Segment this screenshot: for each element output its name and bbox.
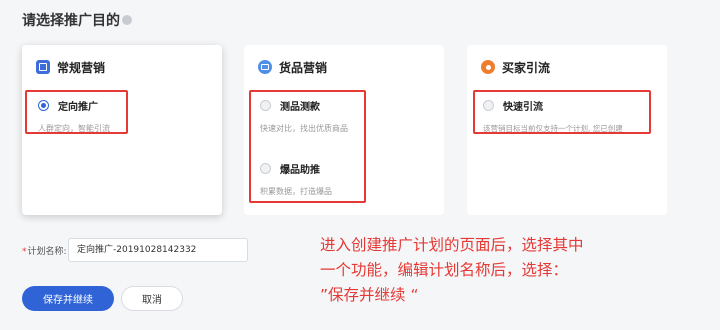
help-icon[interactable]	[122, 15, 132, 25]
card-goods-marketing[interactable]: 货品营销 测品测款 快速对比，找出优质商品 爆品助推 积累数据，打造爆品	[244, 45, 444, 215]
card-title: 常规营销	[57, 60, 106, 75]
annotation-line-2: 一个功能，编辑计划名称后，选择：	[320, 261, 569, 279]
plan-name-label: *计划名称:	[22, 244, 67, 257]
card-title: 买家引流	[502, 60, 551, 75]
plan-name-input[interactable]: 定向推广-20191028142332	[68, 238, 248, 262]
card-header: 货品营销	[244, 45, 444, 89]
card-header: 常规营销	[22, 45, 222, 89]
goods-icon	[258, 60, 272, 74]
annotation-line-3: ”保存并继续 “	[320, 286, 419, 304]
required-mark: *	[22, 247, 27, 257]
save-continue-button[interactable]: 保存并继续	[22, 286, 114, 311]
highlight-box	[25, 90, 128, 134]
page-title: 请选择推广目的	[22, 10, 132, 30]
card-buyer-traffic[interactable]: 买家引流 快速引流 该营销目标当前仅支持一个计划, 您已创建	[467, 45, 667, 215]
user-icon	[481, 60, 495, 74]
highlight-box	[473, 90, 651, 134]
grid-icon	[36, 60, 50, 74]
plan-name-label-text: 计划名称:	[27, 247, 67, 257]
annotation-line-1: 进入创建推广计划的页面后，选择其中	[320, 236, 584, 254]
card-regular-marketing[interactable]: 常规营销 定向推广 人群定向，智能引流	[22, 45, 222, 215]
page-title-text: 请选择推广目的	[22, 13, 120, 29]
card-header: 买家引流	[467, 45, 667, 89]
card-title: 货品营销	[279, 60, 328, 75]
cancel-button[interactable]: 取消	[121, 286, 183, 311]
annotation-text: 进入创建推广计划的页面后，选择其中 一个功能，编辑计划名称后，选择： ”保存并继…	[320, 233, 660, 308]
highlight-box	[249, 90, 366, 203]
